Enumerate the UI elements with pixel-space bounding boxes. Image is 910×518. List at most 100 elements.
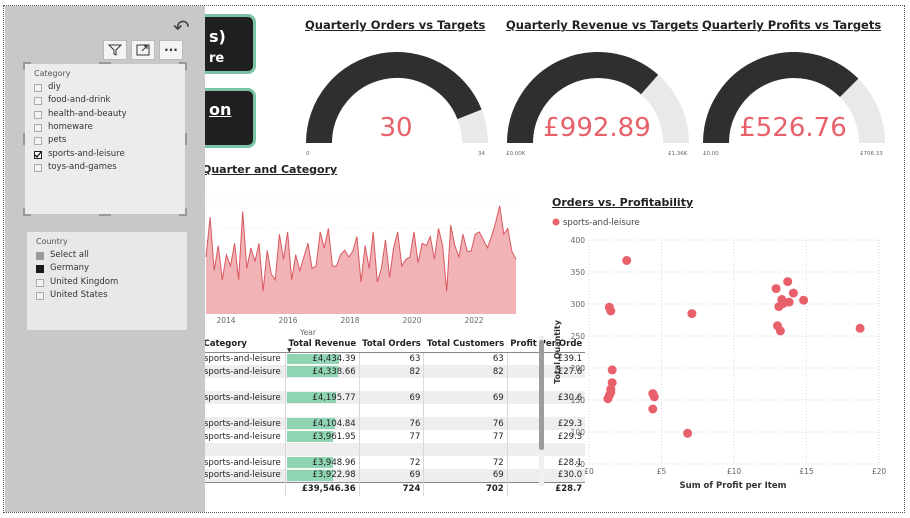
checkbox[interactable] bbox=[34, 137, 42, 146]
resize-handle-bl-v[interactable] bbox=[23, 208, 25, 216]
resize-handle-bottom[interactable] bbox=[99, 214, 111, 216]
col-header-orders[interactable]: Total Orders bbox=[359, 336, 424, 353]
checkbox[interactable] bbox=[34, 163, 42, 172]
cell-revenue: £3,948.96 bbox=[285, 456, 360, 469]
scatter-point[interactable] bbox=[622, 256, 632, 265]
total-orders: 724 bbox=[358, 481, 424, 496]
resize-handle-tr-v[interactable] bbox=[185, 62, 187, 70]
scatter-point[interactable] bbox=[603, 394, 613, 404]
checkbox[interactable] bbox=[34, 84, 42, 92]
table-row[interactable]: sports-and-leisure £4,195.77 69 69 £30.6 bbox=[200, 391, 586, 404]
cell-customers: 69 bbox=[423, 469, 508, 482]
cell-revenue-text: £3,961.95 bbox=[312, 431, 356, 442]
table-row[interactable]: sports-and-leisure £4,338.66 82 82 £27.6 bbox=[200, 365, 586, 378]
slicer-item-health-and-beauty[interactable]: health-and-beauty bbox=[48, 109, 127, 119]
scatter-point[interactable] bbox=[648, 404, 658, 414]
scatter-point[interactable] bbox=[775, 326, 785, 336]
cell-customers bbox=[423, 443, 508, 456]
slicer-item-food-and-drink[interactable]: food-and-drink bbox=[48, 95, 110, 105]
scatter-point[interactable] bbox=[683, 428, 693, 438]
col-header-category[interactable]: Category bbox=[200, 336, 286, 353]
cell-orders bbox=[358, 404, 424, 417]
cell-category bbox=[200, 378, 286, 391]
checkbox[interactable] bbox=[34, 150, 42, 159]
cell-category: sports-and-leisure bbox=[200, 430, 286, 443]
undo-icon[interactable]: ↶ bbox=[173, 17, 190, 37]
table-row[interactable]: sports-and-leisure £4,104.84 76 76 £29.3 bbox=[200, 417, 586, 430]
gauge-orders-min: 0 bbox=[306, 151, 310, 157]
revenue-table: Category Total Revenue Total Orders Tota… bbox=[200, 336, 586, 496]
resize-handle-right[interactable] bbox=[185, 133, 187, 145]
scatter-point[interactable] bbox=[687, 309, 697, 319]
scatter-y-tick: 400 bbox=[571, 236, 586, 245]
slicer-item-germany[interactable]: Germany bbox=[50, 263, 89, 273]
more-options-icon[interactable]: ··· bbox=[159, 40, 183, 60]
checkbox[interactable] bbox=[34, 97, 42, 106]
table-scrollbar-thumb[interactable] bbox=[539, 340, 544, 450]
checkbox[interactable] bbox=[36, 278, 44, 287]
total-category bbox=[200, 481, 286, 496]
scatter-point[interactable] bbox=[771, 284, 781, 294]
table-row[interactable] bbox=[200, 378, 586, 391]
table-row[interactable] bbox=[200, 443, 586, 456]
scatter-title: Orders vs. Profitability bbox=[552, 196, 694, 209]
scatter-point[interactable] bbox=[783, 277, 793, 287]
resize-handle-left[interactable] bbox=[23, 133, 25, 145]
slicer-item-united-kingdom[interactable]: United Kingdom bbox=[50, 277, 118, 287]
cell-orders: 69 bbox=[358, 469, 424, 482]
sort-arrow-icon: ▼ bbox=[287, 347, 292, 354]
checkbox[interactable] bbox=[36, 265, 44, 274]
slicer-item-diy[interactable]: diy bbox=[48, 82, 61, 92]
area-chart[interactable]: 2014 2016 2018 2020 2022 Year bbox=[200, 192, 525, 338]
table-row[interactable]: sports-and-leisure £3,922.98 69 69 £30.0 bbox=[200, 469, 586, 482]
checkbox[interactable] bbox=[36, 252, 44, 260]
gauge-revenue-min: £0.00K bbox=[506, 151, 526, 157]
cell-customers: 77 bbox=[423, 430, 508, 443]
scatter-point[interactable] bbox=[607, 365, 617, 375]
scatter-point[interactable] bbox=[855, 323, 865, 333]
checkbox[interactable] bbox=[34, 110, 42, 119]
scatter-point[interactable] bbox=[649, 392, 659, 402]
area-series-fill bbox=[206, 205, 516, 314]
slicer-item-united-states[interactable]: United States bbox=[50, 290, 108, 300]
slicer-item-select-all[interactable]: Select all bbox=[50, 250, 89, 260]
resize-handle-top[interactable] bbox=[99, 62, 111, 64]
checkbox[interactable] bbox=[36, 291, 44, 300]
cell-orders bbox=[358, 443, 424, 456]
scatter-point[interactable] bbox=[788, 288, 798, 298]
table-row[interactable]: sports-and-leisure £4,434.39 63 63 £39.1 bbox=[200, 352, 586, 365]
table-scrollbar[interactable] bbox=[539, 336, 544, 486]
table-row[interactable]: sports-and-leisure £3,948.96 72 72 £28.1 bbox=[200, 456, 586, 469]
table-row[interactable] bbox=[200, 404, 586, 417]
scatter-chart[interactable]: sports-and-leisure 501001502002503003504… bbox=[548, 212, 898, 494]
scatter-y-tick: 100 bbox=[571, 428, 586, 437]
resize-handle-tl-v[interactable] bbox=[23, 62, 25, 70]
cell-revenue-text: £4,338.66 bbox=[312, 366, 356, 377]
scatter-point[interactable] bbox=[784, 297, 794, 307]
slicer-item-toys-and-games[interactable]: toys-and-games bbox=[48, 162, 117, 172]
filter-icon[interactable] bbox=[103, 40, 127, 60]
cell-category: sports-and-leisure bbox=[200, 456, 286, 469]
resize-handle-br-v[interactable] bbox=[185, 208, 187, 216]
gauge-profits-max: £706.33 bbox=[860, 151, 883, 157]
cell-customers: 63 bbox=[423, 352, 508, 365]
slicer-item-sports-and-leisure[interactable]: sports-and-leisure bbox=[48, 149, 125, 159]
col-header-customers[interactable]: Total Customers bbox=[423, 336, 508, 353]
col-header-revenue[interactable]: Total Revenue bbox=[285, 336, 360, 353]
cell-orders: 77 bbox=[358, 430, 424, 443]
scatter-y-tick: 150 bbox=[571, 396, 586, 405]
scatter-point[interactable] bbox=[606, 306, 616, 316]
slicer-item-pets[interactable]: pets bbox=[48, 135, 66, 145]
cell-orders bbox=[358, 378, 424, 391]
area-x-tick: 2018 bbox=[340, 316, 359, 325]
scatter-point[interactable] bbox=[774, 302, 784, 312]
cell-category bbox=[200, 443, 286, 456]
scatter-y-tick: 200 bbox=[571, 364, 586, 373]
gauge-profits-value: £526.76 bbox=[739, 113, 847, 143]
gauge-orders-value: 30 bbox=[379, 113, 413, 143]
focus-mode-icon[interactable] bbox=[131, 40, 155, 60]
scatter-point[interactable] bbox=[799, 295, 809, 305]
checkbox[interactable] bbox=[34, 123, 42, 132]
slicer-item-homeware[interactable]: homeware bbox=[48, 122, 93, 132]
table-row[interactable]: sports-and-leisure £3,961.95 77 77 £29.3 bbox=[200, 430, 586, 443]
